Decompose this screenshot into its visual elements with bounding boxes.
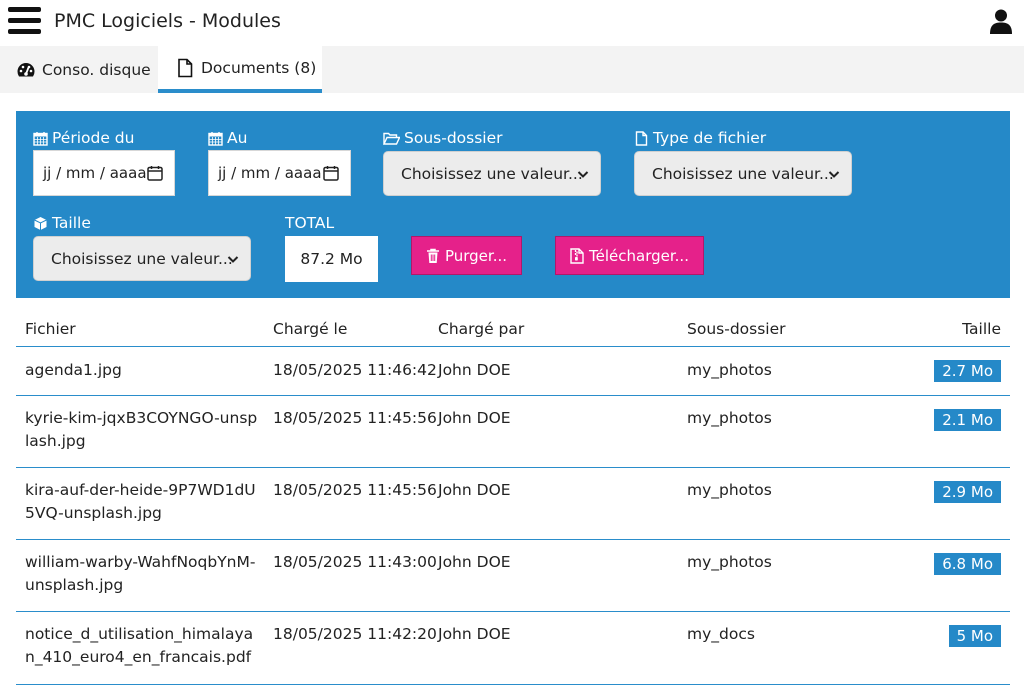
uploaded-by: John DOE [438, 361, 511, 379]
uploaded-by: John DOE [438, 553, 511, 571]
cube-icon [34, 216, 47, 230]
file-icon [635, 130, 648, 146]
table-row[interactable]: william-warby-WahfNoqbYnM-unsplash.jpg 1… [16, 540, 1010, 612]
total-label: TOTAL [285, 214, 335, 232]
taille-select[interactable]: Choisissez une valeur... [33, 236, 251, 281]
total-value: 87.2 Mo [285, 236, 378, 282]
au-input[interactable]: jj / mm / aaaa [208, 150, 351, 196]
uploaded-by: John DOE [438, 481, 511, 499]
file-name[interactable]: kira-auf-der-heide-9P7WD1dU5VQ-unsplash.… [25, 479, 261, 525]
column-header-fichier[interactable]: Fichier [25, 310, 76, 347]
app-header: PMC Logiciels - Modules [0, 0, 1024, 46]
table-row[interactable]: notice_d_utilisation_himalayan_410_euro4… [16, 612, 1010, 685]
column-header-sous-dossier[interactable]: Sous-dossier [687, 310, 786, 347]
column-header-taille[interactable]: Taille [962, 310, 1001, 347]
table-row[interactable]: kira-auf-der-heide-9P7WD1dU5VQ-unsplash.… [16, 468, 1010, 540]
calendar-icon[interactable] [147, 165, 163, 181]
uploaded-by: John DOE [438, 625, 511, 643]
periode-du-input[interactable]: jj / mm / aaaa [33, 150, 175, 196]
periode-du-label: Période du [33, 129, 134, 147]
calendar-icon [208, 131, 223, 146]
file-name[interactable]: notice_d_utilisation_himalayan_410_euro4… [25, 623, 261, 669]
table-row[interactable]: agenda1.jpg 18/05/2025 11:46:42 John DOE… [16, 347, 1010, 396]
column-header-charge-par[interactable]: Chargé par [438, 310, 524, 347]
sous-dossier-select[interactable]: Choisissez une valeur... [383, 151, 601, 196]
user-icon[interactable] [990, 9, 1012, 34]
subfolder: my_docs [687, 625, 755, 643]
document-icon [178, 58, 193, 77]
file-archive-icon [570, 247, 584, 264]
folder-open-icon [383, 132, 400, 145]
taille-label: Taille [33, 214, 91, 232]
size-badge: 2.7 Mo [934, 360, 1001, 382]
subfolder: my_photos [687, 361, 772, 379]
file-name[interactable]: kyrie-kim-jqxB3COYNGO-unsplash.jpg [25, 407, 261, 453]
au-label: Au [208, 129, 247, 147]
type-fichier-label: Type de fichier [634, 129, 766, 147]
upload-date: 18/05/2025 11:43:00 [273, 553, 437, 571]
purge-button[interactable]: Purger... [411, 236, 522, 275]
size-badge: 2.1 Mo [934, 409, 1001, 431]
upload-date: 18/05/2025 11:46:42 [273, 361, 437, 379]
chevron-down-icon [828, 171, 840, 178]
table-row[interactable]: kyrie-kim-jqxB3COYNGO-unsplash.jpg 18/05… [16, 396, 1010, 468]
upload-date: 18/05/2025 11:42:20 [273, 625, 437, 643]
upload-date: 18/05/2025 11:45:56 [273, 481, 437, 499]
tab-documents[interactable]: Documents (8) [158, 46, 322, 93]
tab-bar: Conso. disque Documents (8) [0, 46, 1024, 93]
subfolder: my_photos [687, 409, 772, 427]
column-header-charge-le[interactable]: Chargé le [273, 310, 347, 347]
tab-label: Conso. disque [42, 60, 151, 79]
download-button[interactable]: Télécharger... [555, 236, 704, 275]
page-title: PMC Logiciels - Modules [54, 10, 281, 32]
sous-dossier-label: Sous-dossier [383, 129, 503, 147]
calendar-icon[interactable] [323, 165, 339, 181]
menu-icon[interactable] [8, 7, 41, 35]
tab-conso-disque[interactable]: Conso. disque [16, 46, 151, 93]
file-name[interactable]: agenda1.jpg [25, 359, 261, 382]
calendar-icon [33, 131, 48, 146]
trash-icon [426, 248, 439, 263]
size-badge: 6.8 Mo [934, 553, 1001, 575]
size-badge: 5 Mo [948, 625, 1001, 647]
dashboard-icon [17, 62, 35, 76]
type-fichier-select[interactable]: Choisissez une valeur... [634, 151, 852, 196]
tab-label: Documents (8) [201, 58, 317, 77]
file-name[interactable]: william-warby-WahfNoqbYnM-unsplash.jpg [25, 551, 261, 597]
size-badge: 2.9 Mo [934, 481, 1001, 503]
filter-panel: Période du jj / mm / aaaa Au jj / mm / a… [16, 111, 1010, 298]
uploaded-by: John DOE [438, 409, 511, 427]
subfolder: my_photos [687, 553, 772, 571]
chevron-down-icon [227, 256, 239, 263]
chevron-down-icon [577, 171, 589, 178]
upload-date: 18/05/2025 11:45:56 [273, 409, 437, 427]
subfolder: my_photos [687, 481, 772, 499]
